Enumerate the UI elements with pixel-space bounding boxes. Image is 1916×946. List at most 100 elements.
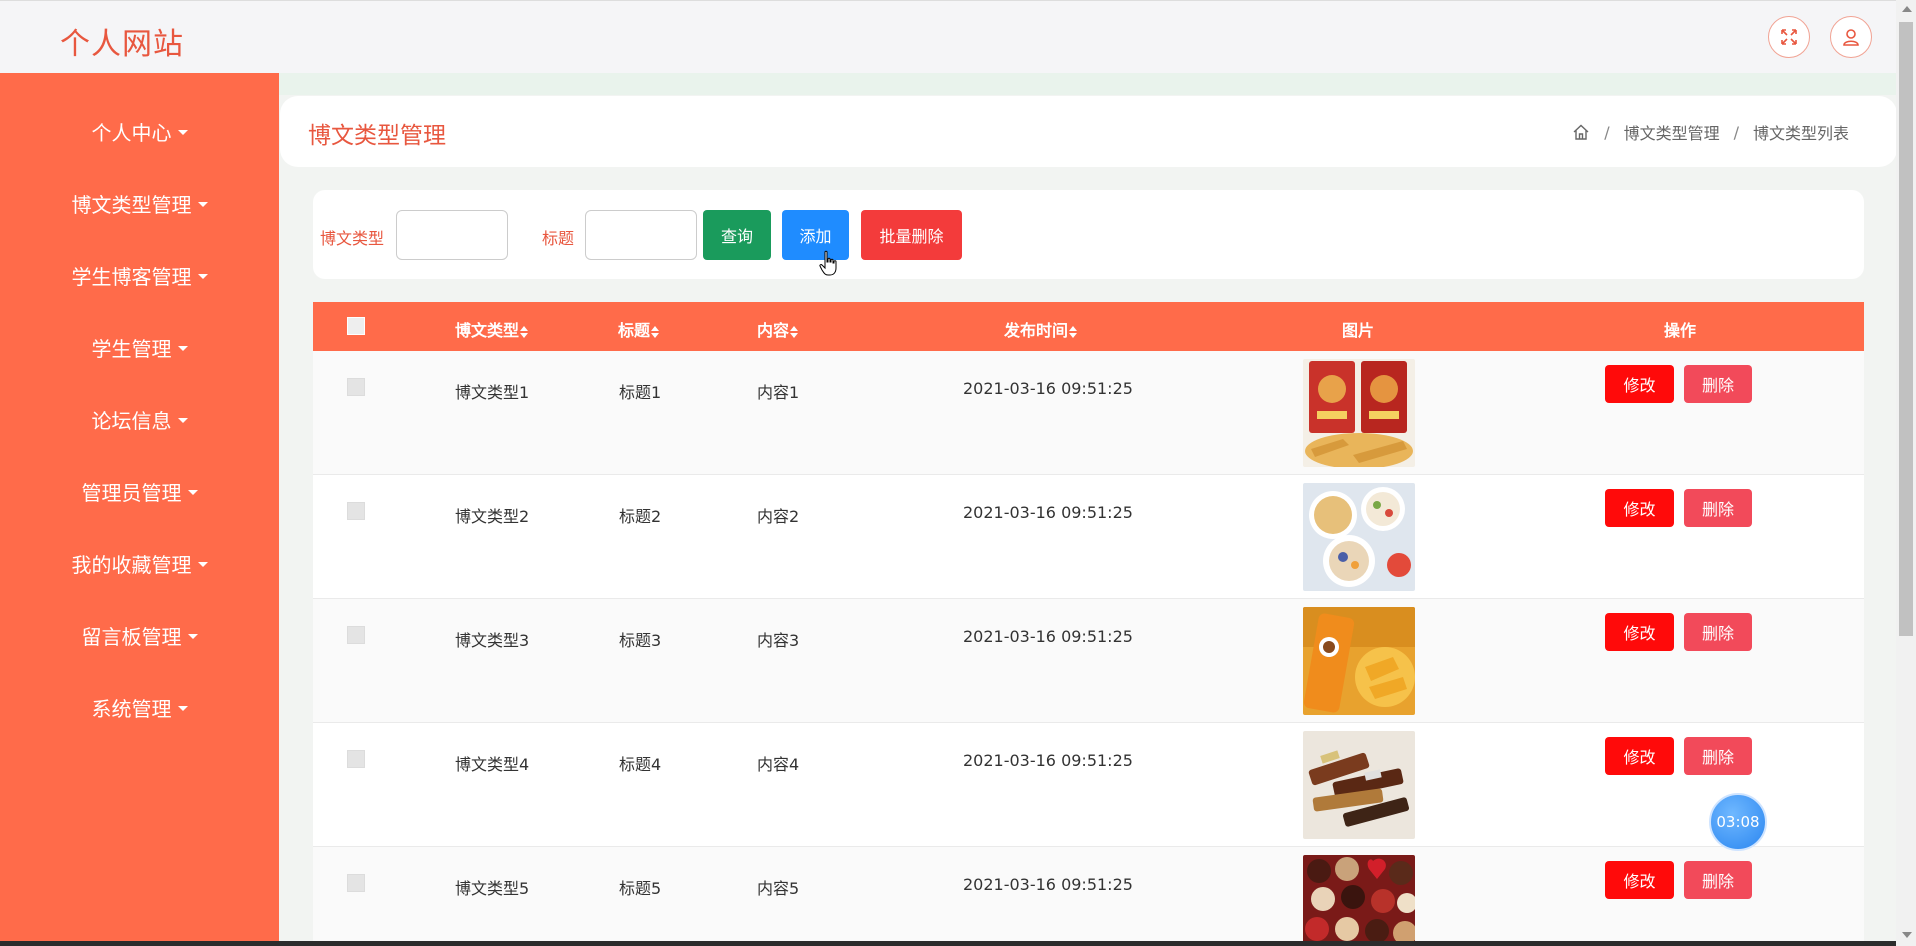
scrollbar-thumb[interactable] <box>1899 22 1913 636</box>
home-icon[interactable] <box>1572 123 1590 141</box>
sidebar-item-label: 学生博客管理 <box>71 264 192 289</box>
sidebar-item-label: 系统管理 <box>91 696 172 721</box>
column-header-title[interactable]: 标题 <box>618 317 660 341</box>
table-row: 博文类型2 标题2 内容2 2021-03-16 09:51:25 修改 删除 <box>313 475 1864 599</box>
column-header-type[interactable]: 博文类型 <box>455 317 529 341</box>
row-checkbox[interactable] <box>347 874 365 892</box>
row-checkbox[interactable] <box>347 502 365 520</box>
cell-content: 内容1 <box>757 383 800 402</box>
table-row: 博文类型4 标题4 内容4 2021-03-16 09:51:25 修改 删除 <box>313 723 1864 847</box>
caret-down-icon <box>197 561 208 567</box>
sidebar-item-students[interactable]: 学生管理 <box>0 327 279 367</box>
row-checkbox[interactable] <box>347 626 365 644</box>
row-checkbox[interactable] <box>347 378 365 396</box>
blog-type-input[interactable] <box>396 210 508 260</box>
edit-button[interactable]: 修改 <box>1605 489 1674 527</box>
data-table: 博文类型 标题 内容 发布时间 图片 操作 博文类型1 标题1 内容1 2021… <box>313 302 1864 946</box>
query-button[interactable]: 查询 <box>703 210 771 260</box>
main-area-top-strip <box>279 73 1896 95</box>
scroll-up-icon[interactable] <box>1902 6 1912 12</box>
sidebar-item-favorites[interactable]: 我的收藏管理 <box>0 543 279 583</box>
table-row: 博文类型3 标题3 内容3 2021-03-16 09:51:25 修改 删除 <box>313 599 1864 723</box>
sidebar-item-blog-type[interactable]: 博文类型管理 <box>0 183 279 223</box>
site-brand: 个人网站 <box>60 27 184 62</box>
cell-type: 博文类型4 <box>455 755 530 774</box>
batch-delete-button[interactable]: 批量删除 <box>861 210 962 260</box>
column-header-content[interactable]: 内容 <box>757 317 799 341</box>
table-header: 博文类型 标题 内容 发布时间 图片 操作 <box>313 302 1864 351</box>
user-button[interactable] <box>1830 16 1872 58</box>
timer-badge[interactable]: 03:08 <box>1709 793 1767 851</box>
sidebar-item-system[interactable]: 系统管理 <box>0 687 279 727</box>
title-input[interactable] <box>585 210 697 260</box>
breadcrumb-separator: / <box>1604 122 1610 142</box>
cell-type: 博文类型3 <box>455 631 530 650</box>
table-row: 博文类型1 标题1 内容1 2021-03-16 09:51:25 修改 删除 <box>313 351 1864 475</box>
row-image[interactable] <box>1303 483 1415 591</box>
sidebar-item-label: 我的收藏管理 <box>71 552 192 577</box>
cell-time: 2021-03-16 09:51:25 <box>963 379 1133 398</box>
breadcrumb-item-current: 博文类型列表 <box>1752 124 1849 143</box>
sidebar-item-label: 博文类型管理 <box>71 192 192 217</box>
sidebar-item-personal-center[interactable]: 个人中心 <box>0 111 279 151</box>
sort-icon[interactable] <box>790 325 799 338</box>
breadcrumb-item[interactable]: 博文类型管理 <box>1624 120 1720 144</box>
sort-icon[interactable] <box>520 325 529 338</box>
cell-content: 内容3 <box>757 631 800 650</box>
breadcrumb-separator: / <box>1733 122 1739 142</box>
cell-time: 2021-03-16 09:51:25 <box>963 875 1133 894</box>
fullscreen-button[interactable] <box>1768 16 1810 58</box>
column-header-action: 操作 <box>1664 321 1697 340</box>
row-image[interactable] <box>1303 855 1415 946</box>
scroll-down-icon[interactable] <box>1902 932 1912 938</box>
cell-title: 标题3 <box>619 631 662 650</box>
top-bar: 个人网站 <box>0 0 1896 73</box>
user-icon <box>1843 29 1859 46</box>
caret-down-icon <box>177 129 188 135</box>
column-header-label: 博文类型 <box>455 321 520 340</box>
cell-title: 标题1 <box>619 383 662 402</box>
blog-type-label: 博文类型 <box>320 229 385 248</box>
delete-button[interactable]: 删除 <box>1684 365 1752 403</box>
delete-button[interactable]: 删除 <box>1684 861 1752 899</box>
edit-button[interactable]: 修改 <box>1605 861 1674 899</box>
delete-button[interactable]: 删除 <box>1684 613 1752 651</box>
column-header-time[interactable]: 发布时间 <box>1004 317 1078 341</box>
cell-title: 标题2 <box>619 507 662 526</box>
cell-content: 内容2 <box>757 507 800 526</box>
sidebar-item-message-board[interactable]: 留言板管理 <box>0 615 279 655</box>
caret-down-icon <box>187 633 198 639</box>
caret-down-icon <box>197 273 208 279</box>
edit-button[interactable]: 修改 <box>1605 737 1674 775</box>
caret-down-icon <box>197 201 208 207</box>
delete-button[interactable]: 删除 <box>1684 737 1752 775</box>
cell-type: 博文类型1 <box>455 383 530 402</box>
cell-time: 2021-03-16 09:51:25 <box>963 627 1133 646</box>
select-all-checkbox[interactable] <box>347 317 365 335</box>
search-panel: 博文类型 标题 查询 添加 批量删除 <box>313 190 1864 279</box>
sort-icon[interactable] <box>1069 325 1078 338</box>
row-checkbox[interactable] <box>347 750 365 768</box>
cell-time: 2021-03-16 09:51:25 <box>963 503 1133 522</box>
row-image[interactable] <box>1303 607 1415 715</box>
cell-time: 2021-03-16 09:51:25 <box>963 751 1133 770</box>
sidebar-item-label: 留言板管理 <box>81 624 182 649</box>
sidebar-item-admins[interactable]: 管理员管理 <box>0 471 279 511</box>
cell-type: 博文类型2 <box>455 507 530 526</box>
cell-type: 博文类型5 <box>455 879 530 898</box>
sidebar-item-student-blog[interactable]: 学生博客管理 <box>0 255 279 295</box>
row-image[interactable] <box>1303 359 1415 467</box>
sidebar-item-label: 学生管理 <box>91 336 172 361</box>
sort-icon[interactable] <box>651 325 660 338</box>
delete-button[interactable]: 删除 <box>1684 489 1752 527</box>
row-image[interactable] <box>1303 731 1415 839</box>
page-title: 博文类型管理 <box>308 123 446 149</box>
sidebar-item-label: 个人中心 <box>91 120 172 145</box>
sidebar-item-forum[interactable]: 论坛信息 <box>0 399 279 439</box>
edit-button[interactable]: 修改 <box>1605 365 1674 403</box>
column-header-label: 标题 <box>618 321 651 340</box>
edit-button[interactable]: 修改 <box>1605 613 1674 651</box>
cell-title: 标题5 <box>619 879 662 898</box>
caret-down-icon <box>187 489 198 495</box>
fullscreen-icon <box>1781 29 1797 45</box>
